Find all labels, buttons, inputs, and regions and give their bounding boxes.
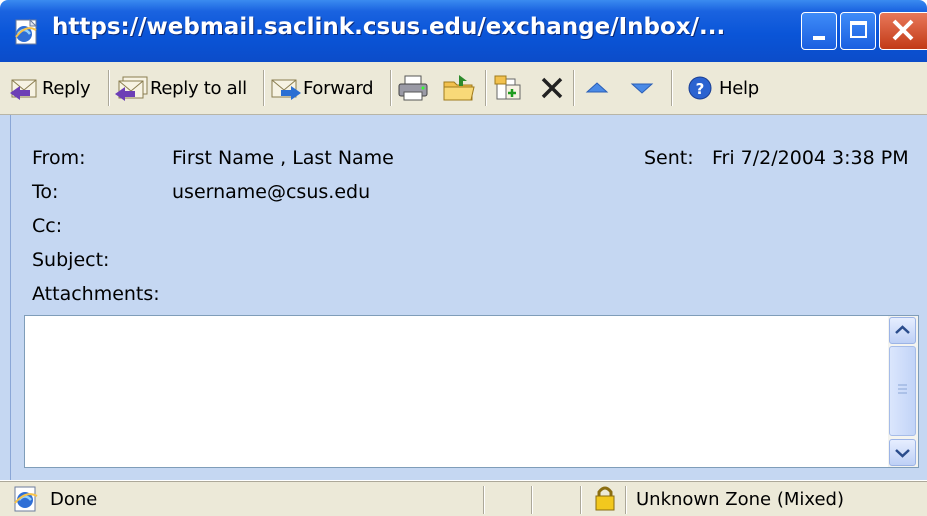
forward-label: Forward (303, 77, 374, 99)
toolbar-separator (485, 70, 487, 106)
delete-button[interactable] (535, 62, 569, 114)
help-label: Help (719, 77, 759, 99)
status-divider (483, 486, 485, 514)
maximize-button[interactable] (840, 12, 876, 50)
subject-label: Subject: (32, 249, 110, 271)
from-value: First Name , Last Name (172, 147, 394, 169)
next-item-button[interactable] (627, 62, 657, 114)
attachments-label: Attachments: (32, 283, 160, 305)
previous-item-button[interactable] (582, 62, 612, 114)
to-label: To: (32, 181, 59, 203)
print-icon (398, 75, 428, 101)
reply-button[interactable]: Reply (8, 62, 91, 114)
ie-page-icon (12, 18, 42, 46)
scroll-up-button[interactable] (889, 317, 916, 344)
status-text: Done (50, 489, 98, 510)
copy-button[interactable] (492, 62, 526, 114)
toolbar-separator (390, 70, 392, 106)
toolbar-separator (108, 70, 110, 106)
copy-icon (494, 75, 521, 100)
close-button[interactable] (879, 12, 927, 50)
to-value[interactable]: username@csus.edu (172, 181, 370, 203)
sent-label: Sent: (644, 147, 694, 169)
maximize-icon (850, 21, 867, 38)
lock-icon (595, 486, 615, 511)
status-bar: Done Unknown Zone (Mixed) (0, 481, 927, 516)
scroll-down-button[interactable] (889, 439, 916, 466)
move-folder-button[interactable] (441, 62, 477, 114)
grip-icon (898, 384, 907, 394)
reply-all-label: Reply to all (150, 77, 247, 99)
security-zone-text: Unknown Zone (Mixed) (636, 489, 845, 510)
message-body[interactable] (24, 315, 919, 468)
from-label: From: (32, 147, 86, 169)
window-title: https://webmail.saclink.csus.edu/exchang… (52, 14, 726, 40)
status-divider (580, 486, 582, 514)
reply-all-icon (115, 76, 148, 101)
vertical-scrollbar[interactable] (888, 316, 918, 467)
svg-text:?: ? (696, 80, 705, 98)
forward-button[interactable]: Forward (269, 62, 374, 114)
reply-all-button[interactable]: Reply to all (114, 62, 247, 114)
toolbar: Reply Reply to all Forward ? Help (0, 62, 927, 115)
down-arrow-icon (630, 83, 654, 94)
minimize-icon (813, 36, 825, 40)
reply-label: Reply (42, 77, 91, 99)
toolbar-separator (573, 70, 575, 106)
close-icon (892, 19, 914, 41)
up-arrow-icon (585, 82, 609, 93)
delete-icon (541, 77, 563, 99)
forward-icon (271, 79, 301, 100)
cc-label: Cc: (32, 215, 63, 237)
browser-window: https://webmail.saclink.csus.edu/exchang… (0, 0, 927, 516)
print-button[interactable] (396, 62, 430, 114)
move-folder-icon (443, 75, 475, 101)
reply-icon (10, 79, 37, 100)
header-left-border (10, 115, 11, 480)
title-bar: https://webmail.saclink.csus.edu/exchang… (0, 0, 927, 62)
toolbar-separator (263, 70, 265, 106)
help-icon: ? (688, 76, 712, 100)
ie-icon (14, 486, 38, 512)
chevron-up-icon (895, 325, 910, 334)
minimize-button[interactable] (801, 12, 837, 50)
toolbar-separator (671, 70, 673, 106)
sent-value: Fri 7/2/2004 3:38 PM (712, 147, 909, 169)
help-button[interactable]: ? Help (685, 62, 759, 114)
status-divider (531, 486, 533, 514)
chevron-down-icon (895, 449, 910, 458)
scroll-thumb[interactable] (889, 346, 916, 436)
status-divider (625, 486, 627, 514)
